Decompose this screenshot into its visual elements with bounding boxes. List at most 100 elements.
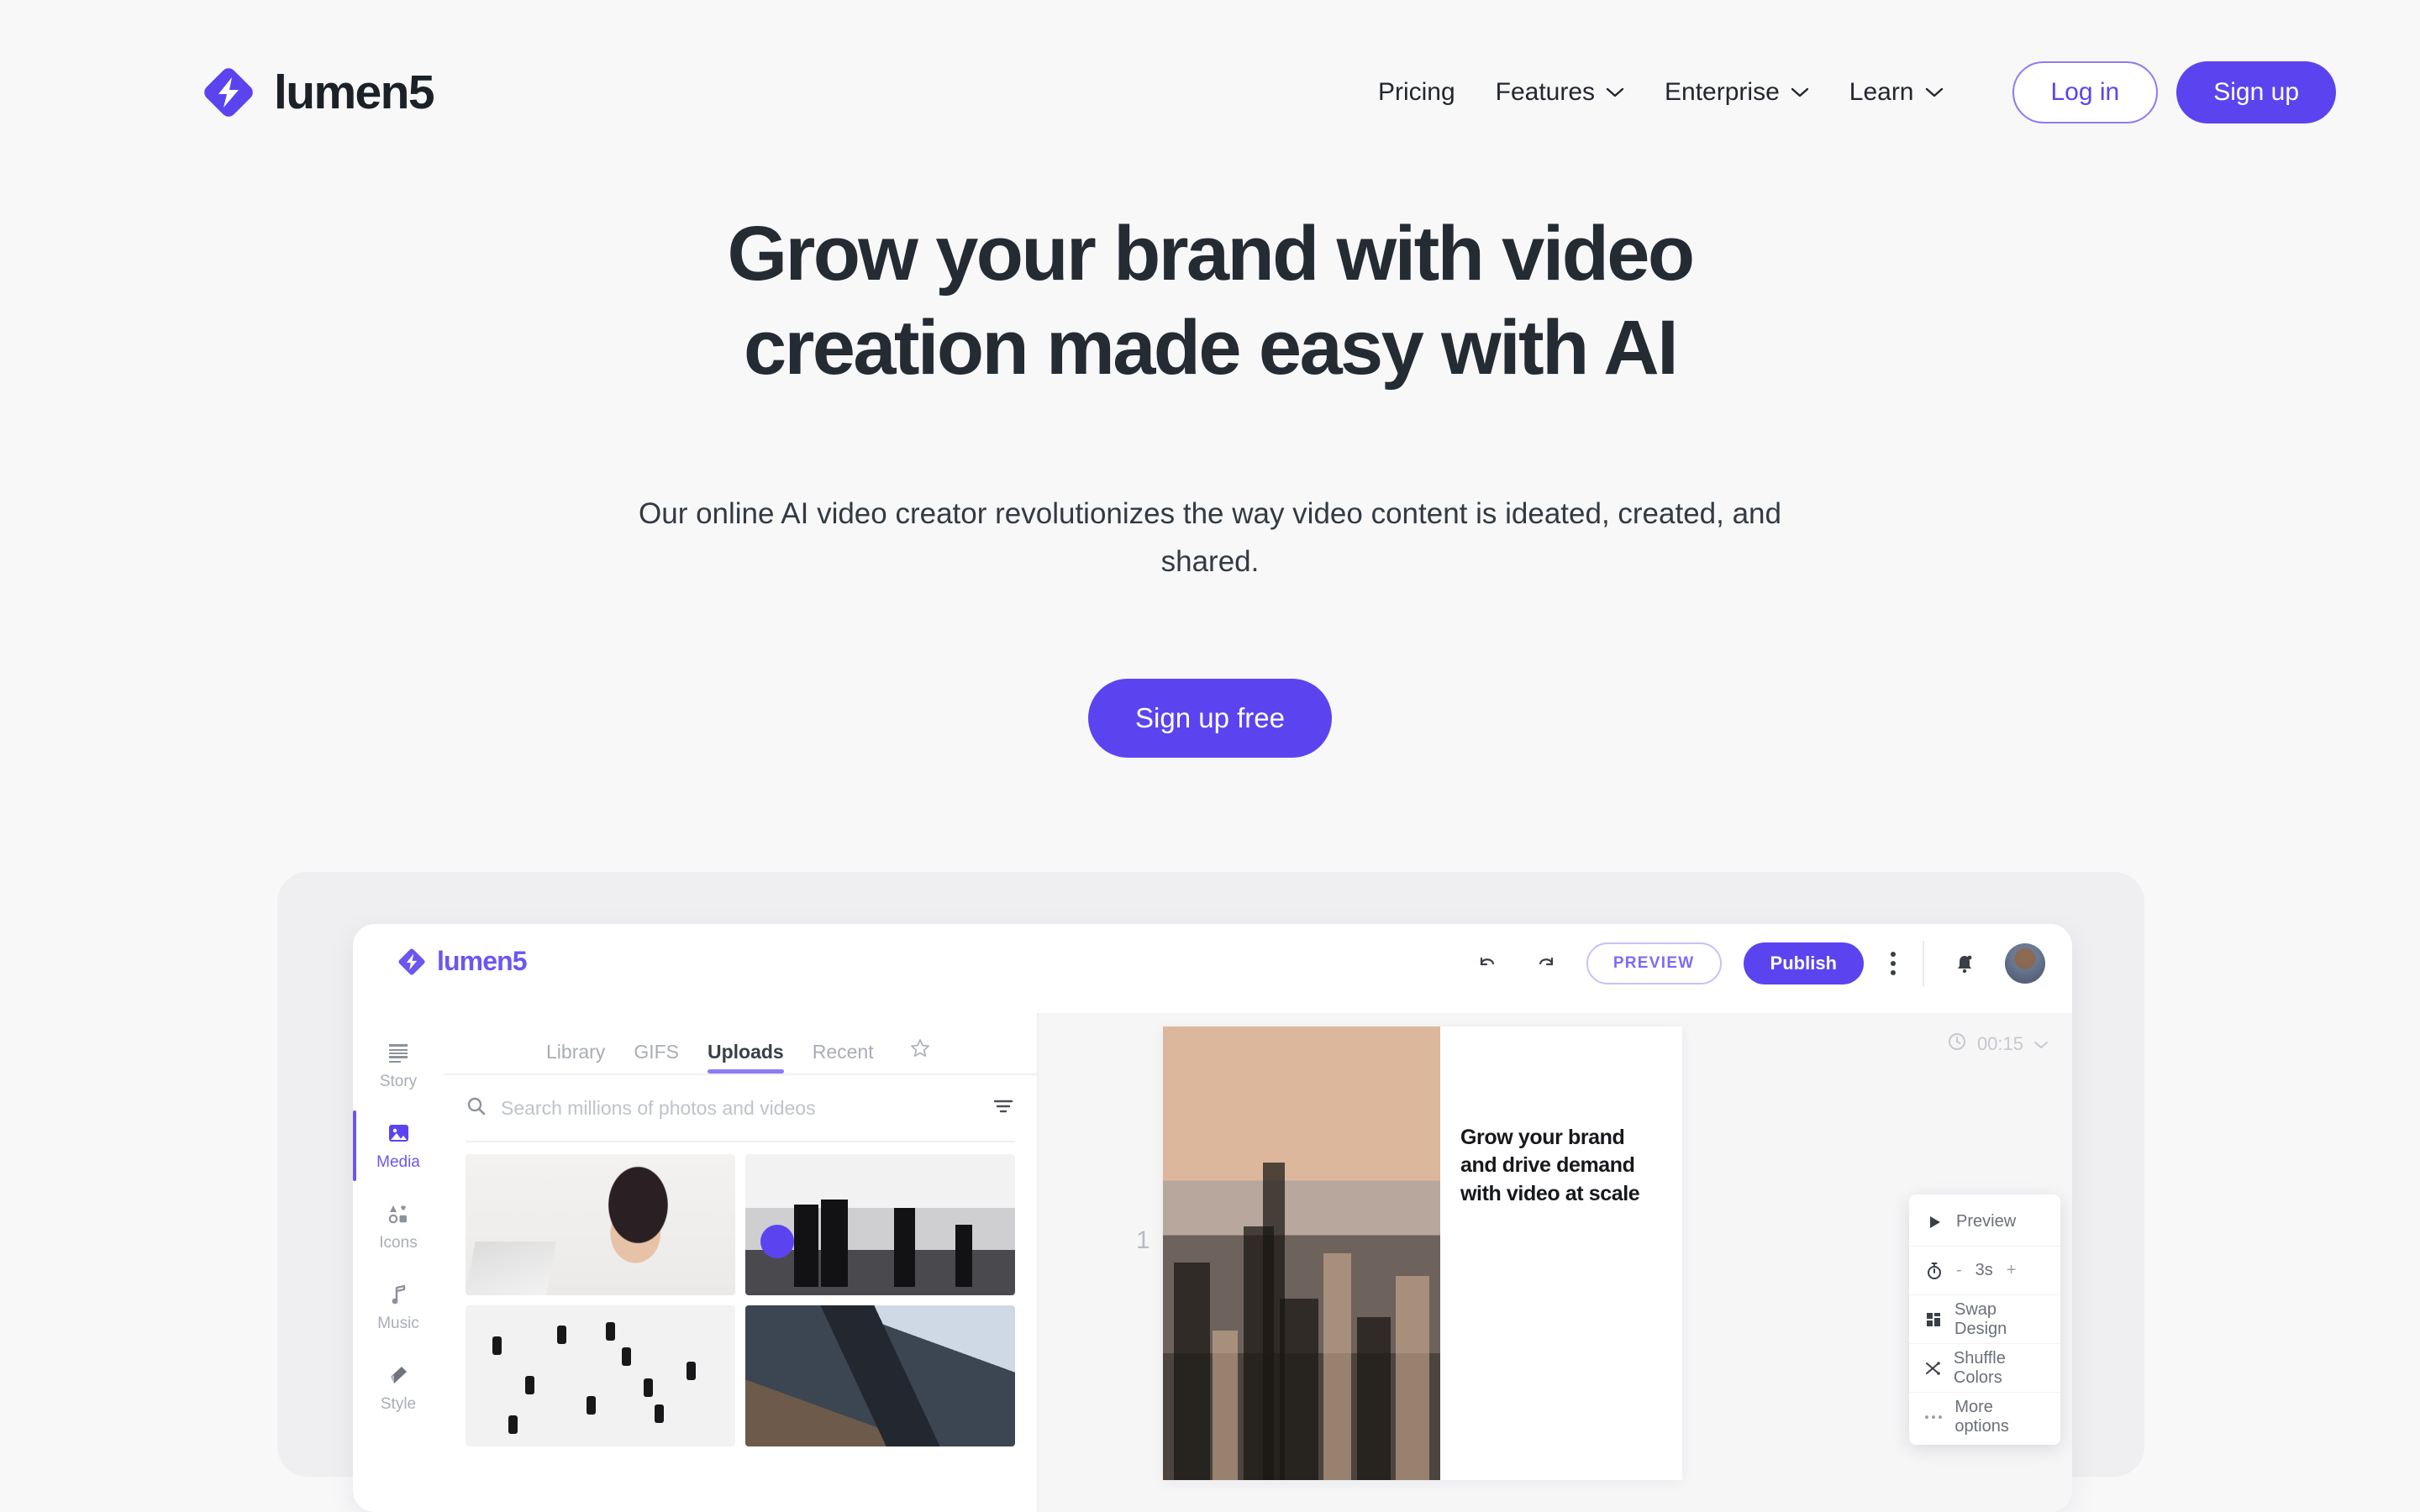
signup-free-button[interactable]: Sign up free bbox=[1088, 678, 1332, 758]
media-thumbnail[interactable] bbox=[745, 1305, 1015, 1446]
search-placeholder: Search millions of photos and videos bbox=[501, 1096, 816, 1119]
sidebar-item-label: Style bbox=[380, 1395, 417, 1413]
context-menu-item-label: Swap Design bbox=[1954, 1299, 2007, 1338]
style-palette-icon bbox=[384, 1362, 413, 1389]
media-thumbnail[interactable] bbox=[466, 1154, 735, 1295]
music-note-icon bbox=[384, 1281, 413, 1308]
nav-link-label: Pricing bbox=[1377, 78, 1455, 106]
star-icon[interactable] bbox=[909, 1037, 931, 1074]
undo-arrow-icon[interactable] bbox=[1469, 945, 1506, 982]
media-thumbnail-grid bbox=[466, 1142, 1015, 1446]
context-menu-item-label: Shuffle Colors bbox=[1953, 1348, 2006, 1387]
media-thumbnail[interactable] bbox=[466, 1305, 735, 1446]
nav-link-label: Features bbox=[1495, 78, 1596, 106]
nav-link-label: Enterprise bbox=[1665, 78, 1780, 106]
sidebar-item-story[interactable]: Story bbox=[353, 1025, 444, 1105]
slide-headline: Grow your brand and drive demand with vi… bbox=[1460, 1126, 1640, 1205]
brand-name: lumen5 bbox=[274, 66, 435, 119]
kebab-menu-icon[interactable] bbox=[1886, 947, 1901, 980]
nav-links: Pricing Features Enterprise Learn bbox=[1358, 78, 1964, 107]
lumen5-diamond-bolt-logo bbox=[397, 947, 427, 977]
avatar[interactable] bbox=[2005, 943, 2045, 984]
redo-arrow-icon[interactable] bbox=[1528, 945, 1565, 982]
tab-library[interactable]: Library bbox=[546, 1041, 605, 1074]
hero-subheading: Our online AI video creator revolutioniz… bbox=[639, 497, 1781, 579]
slide-background-image bbox=[1163, 1026, 1440, 1480]
media-search-row: Search millions of photos and videos bbox=[466, 1075, 1015, 1141]
stopwatch-icon bbox=[1924, 1262, 1944, 1280]
context-menu-item-label: Preview bbox=[1956, 1212, 2017, 1231]
sidebar-item-style[interactable]: Style bbox=[353, 1347, 444, 1428]
mockup-brand-logo: lumen5 bbox=[397, 946, 528, 977]
duration-increase-button[interactable]: + bbox=[2007, 1261, 2017, 1280]
nav-link-pricing[interactable]: Pricing bbox=[1358, 78, 1476, 107]
media-tabs: Library GIFS Uploads Recent bbox=[466, 1013, 1015, 1074]
editor-canvas: 00:15 1 Grow your brand and drive demand… bbox=[1039, 1013, 2072, 1512]
slide-context-menu: Preview - 3s + Swap Design Shuffle Color… bbox=[1909, 1194, 2060, 1445]
play-icon bbox=[1924, 1214, 1944, 1231]
chevron-down-icon bbox=[2033, 1033, 2049, 1055]
hero-heading-line-1: Grow your brand with video bbox=[727, 211, 1696, 297]
tab-gifs[interactable]: GIFS bbox=[634, 1041, 679, 1074]
slide-preview[interactable]: Grow your brand and drive demand with vi… bbox=[1163, 1026, 1682, 1480]
mockup-topbar-actions: PREVIEW Publish bbox=[1469, 941, 2045, 986]
publish-button[interactable]: Publish bbox=[1743, 942, 1864, 984]
nav-actions: Log in Sign up bbox=[2012, 61, 2336, 123]
context-menu-item-duration[interactable]: - 3s + bbox=[1909, 1247, 2060, 1295]
sidebar-item-music[interactable]: Music bbox=[353, 1267, 444, 1347]
filter-icon[interactable] bbox=[992, 1096, 1015, 1121]
sidebar-item-label: Icons bbox=[379, 1234, 418, 1252]
duration-stepper[interactable]: - 3s + bbox=[1956, 1261, 2016, 1280]
tab-uploads[interactable]: Uploads bbox=[707, 1041, 784, 1074]
story-lines-icon bbox=[384, 1039, 413, 1066]
tab-recent[interactable]: Recent bbox=[813, 1041, 874, 1074]
top-navigation-bar: lumen5 Pricing Features Enterprise Learn… bbox=[0, 0, 2420, 185]
mockup-left-rail: Story Media Icons Music Style bbox=[353, 1013, 444, 1512]
lumen5-diamond-bolt-logo bbox=[202, 66, 255, 119]
mockup-topbar: lumen5 PREVIEW Publish bbox=[353, 924, 2072, 1013]
slide-number: 1 bbox=[1136, 1226, 1150, 1254]
chevron-down-icon bbox=[1791, 87, 1809, 98]
nav-link-features[interactable]: Features bbox=[1476, 78, 1644, 107]
context-menu-item-more-options[interactable]: More options bbox=[1909, 1393, 2060, 1441]
media-image-icon bbox=[384, 1120, 413, 1147]
media-panel: Library GIFS Uploads Recent Search milli… bbox=[444, 1013, 1039, 1512]
toolbar-divider bbox=[1923, 941, 1924, 986]
nav-link-label: Learn bbox=[1849, 78, 1914, 106]
sidebar-item-label: Story bbox=[379, 1073, 418, 1090]
context-menu-item-swap-design[interactable]: Swap Design bbox=[1909, 1295, 2060, 1344]
app-mockup-window: lumen5 PREVIEW Publish Story Media Icons… bbox=[353, 924, 2072, 1512]
duration-value: 3s bbox=[1975, 1261, 1993, 1279]
icons-grid-icon bbox=[384, 1200, 413, 1227]
sidebar-item-label: Media bbox=[376, 1153, 420, 1171]
media-thumbnail[interactable] bbox=[745, 1154, 1015, 1295]
login-button[interactable]: Log in bbox=[2012, 61, 2159, 123]
selected-dot-badge bbox=[760, 1225, 794, 1258]
search-icon bbox=[466, 1095, 487, 1121]
chevron-down-icon bbox=[1606, 87, 1624, 98]
hero-cta-wrapper: Sign up free bbox=[0, 678, 2420, 758]
signup-button[interactable]: Sign up bbox=[2176, 61, 2336, 123]
context-menu-item-preview[interactable]: Preview bbox=[1909, 1198, 2060, 1247]
layout-grid-icon bbox=[1924, 1311, 1943, 1328]
context-menu-item-shuffle-colors[interactable]: Shuffle Colors bbox=[1909, 1344, 2060, 1393]
search-input[interactable]: Search millions of photos and videos bbox=[466, 1095, 978, 1121]
shuffle-icon bbox=[1924, 1360, 1942, 1377]
chevron-down-icon bbox=[1925, 87, 1944, 98]
ellipsis-icon bbox=[1924, 1414, 1943, 1420]
brand-logo[interactable]: lumen5 bbox=[202, 65, 435, 120]
clock-icon bbox=[1947, 1032, 1967, 1057]
sidebar-item-icons[interactable]: Icons bbox=[353, 1186, 444, 1267]
timer-value: 00:15 bbox=[1976, 1033, 2023, 1054]
sidebar-item-label: Music bbox=[377, 1315, 419, 1332]
sidebar-item-media[interactable]: Media bbox=[353, 1105, 444, 1186]
preview-button[interactable]: PREVIEW bbox=[1586, 942, 1722, 984]
slide-duration-control[interactable]: 00:15 bbox=[1947, 1032, 2049, 1057]
slide-text-block: Grow your brand and drive demand with vi… bbox=[1440, 1026, 1682, 1480]
nav-link-enterprise[interactable]: Enterprise bbox=[1644, 78, 1829, 107]
context-menu-item-label: More options bbox=[1954, 1398, 2009, 1436]
duration-decrease-button[interactable]: - bbox=[1956, 1261, 1962, 1280]
page-title: Grow your brand with video creation made… bbox=[580, 207, 1840, 395]
bell-icon[interactable] bbox=[1946, 945, 1983, 982]
nav-link-learn[interactable]: Learn bbox=[1829, 78, 1964, 107]
